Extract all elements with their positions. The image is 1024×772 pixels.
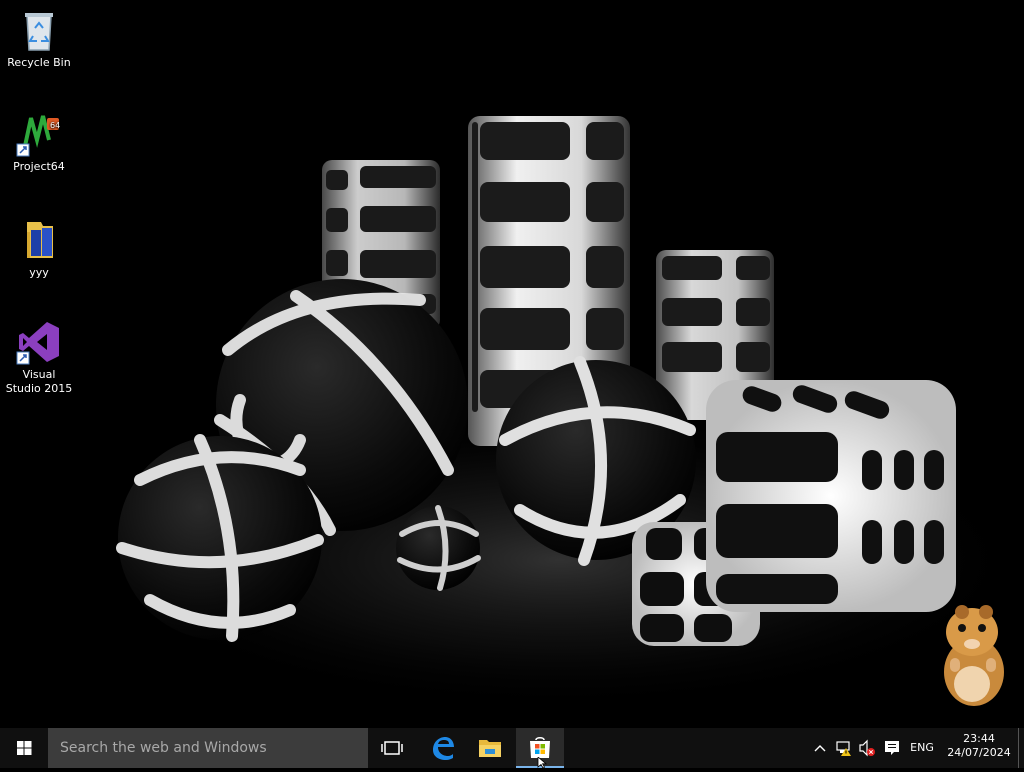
cube-large — [706, 380, 956, 612]
edge-button[interactable] — [422, 728, 462, 768]
notification-icon — [885, 741, 899, 755]
windows-logo-icon — [17, 741, 32, 755]
visual-studio-icon — [16, 322, 59, 365]
clock-time: 23:44 — [963, 732, 995, 745]
sphere-left — [116, 434, 324, 642]
chevron-up-icon — [814, 745, 826, 752]
recycle-bin-icon — [25, 13, 53, 51]
network-warning-icon — [836, 741, 851, 756]
desktop-icon-yyy[interactable]: yyy — [2, 216, 76, 280]
desktop-icon-project64[interactable]: 64 Project64 — [2, 110, 76, 174]
input-language-indicator[interactable]: ENG — [904, 728, 940, 768]
hamster-mascot — [944, 605, 1004, 706]
volume-button[interactable] — [857, 728, 877, 768]
file-explorer-icon — [479, 740, 501, 757]
search-input[interactable]: Search the web and Windows — [48, 728, 368, 768]
wallpaper — [90, 116, 1024, 710]
desktop-icon-label: Project64 — [13, 160, 65, 173]
edge-icon — [433, 737, 454, 760]
desktop[interactable]: Recycle Bin 64 Project64 yyy Visual Stud… — [0, 0, 1024, 728]
folder-icon — [27, 222, 53, 258]
clock-date: 24/07/2024 — [947, 746, 1011, 759]
search-placeholder: Search the web and Windows — [60, 740, 267, 756]
task-view-button[interactable] — [372, 728, 412, 768]
clock[interactable]: 23:44 24/07/2024 — [942, 728, 1016, 768]
file-explorer-button[interactable] — [470, 728, 510, 768]
desktop-icon-recycle-bin[interactable]: Recycle Bin — [2, 6, 76, 70]
mouse-cursor-icon — [537, 757, 548, 768]
show-hidden-icons-button[interactable] — [810, 728, 830, 768]
project64-icon: 64 — [16, 115, 60, 157]
desktop-icon-label: yyy — [29, 266, 49, 279]
show-desktop-button[interactable] — [1018, 728, 1024, 768]
svg-text:64: 64 — [50, 121, 60, 130]
start-button[interactable] — [0, 728, 48, 768]
desktop-icon-label: Recycle Bin — [7, 56, 71, 69]
taskbar: Search the web and Windows ENG 23:44 24/… — [0, 728, 1024, 768]
action-center-button[interactable] — [880, 728, 904, 768]
desktop-icon-visual-studio[interactable]: Visual Studio 2015 — [2, 318, 76, 396]
network-status-button[interactable] — [834, 728, 854, 768]
volume-muted-icon — [859, 739, 875, 757]
desktop-icon-label: Visual Studio 2015 — [5, 368, 73, 395]
task-view-icon — [381, 741, 403, 755]
sphere-small — [396, 505, 481, 591]
